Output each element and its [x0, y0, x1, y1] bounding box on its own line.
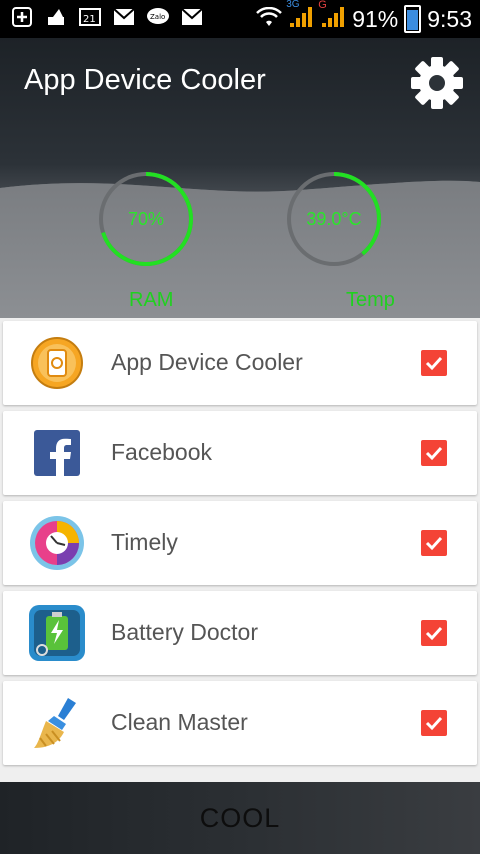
checkmark-icon — [425, 536, 443, 551]
temp-gauge: 39.0°C — [284, 169, 384, 269]
app-name: Battery Doctor — [111, 619, 258, 645]
wifi-icon — [256, 6, 283, 33]
status-bar: 21 Zalo 3G G 91% 9:53 — [0, 0, 480, 38]
app-name: Timely — [111, 529, 178, 555]
timely-icon — [27, 513, 87, 573]
signal-g-icon: G — [318, 0, 346, 35]
svg-text:21: 21 — [83, 14, 96, 25]
app-name: Facebook — [111, 439, 213, 465]
system-status: 3G G 91% 9:53 — [256, 0, 472, 35]
header: App Device Cooler 70% RAM 39.0°C Temp — [0, 38, 480, 318]
app-checkbox[interactable] — [421, 350, 447, 376]
clean-master-icon — [27, 693, 87, 753]
ram-label: RAM — [129, 289, 174, 311]
signal-3g-icon: 3G — [286, 0, 314, 35]
header-wave — [0, 180, 480, 318]
facebook-icon — [27, 423, 87, 483]
zalo-notification-icon: Zalo — [146, 6, 170, 28]
cool-button[interactable]: COOL — [0, 782, 480, 854]
app-checkbox[interactable] — [421, 620, 447, 646]
checkmark-icon — [425, 446, 443, 461]
app-device-cooler-icon — [27, 333, 87, 393]
clock: 9:53 — [427, 5, 472, 32]
list-item[interactable]: Clean Master — [3, 681, 477, 765]
list-item[interactable]: Timely — [3, 501, 477, 585]
list-item[interactable]: Battery Doctor — [3, 591, 477, 675]
calendar-notification-icon: 21 — [78, 6, 102, 28]
app-name: App Device Cooler — [111, 349, 303, 375]
ram-gauge: 70% — [96, 169, 196, 269]
list-item[interactable]: Facebook — [3, 411, 477, 495]
app-list: App Device Cooler Facebook Timely Batter… — [0, 318, 480, 780]
cleaner-notification-icon — [44, 6, 68, 28]
checkmark-icon — [425, 716, 443, 731]
add-notification-icon — [10, 6, 34, 28]
gear-icon — [411, 57, 463, 109]
app-checkbox[interactable] — [421, 710, 447, 736]
temp-label: Temp — [346, 289, 395, 311]
mail-notification-icon — [180, 6, 204, 28]
settings-button[interactable] — [410, 56, 464, 110]
list-item[interactable]: App Device Cooler — [3, 321, 477, 405]
network-type-label: 3G — [286, 0, 300, 10]
temp-value: 39.0°C — [306, 208, 362, 229]
svg-text:Zalo: Zalo — [150, 13, 165, 21]
ram-value: 70% — [127, 208, 165, 229]
app-checkbox[interactable] — [421, 440, 447, 466]
gmail-notification-icon — [112, 6, 136, 28]
notification-icons: 21 Zalo — [10, 6, 204, 28]
app-title: App Device Cooler — [24, 64, 266, 96]
checkmark-icon — [425, 626, 443, 641]
checkmark-icon — [425, 356, 443, 371]
battery-percent: 91% — [352, 5, 399, 32]
battery-icon — [404, 5, 422, 33]
battery-doctor-icon — [27, 603, 87, 663]
network-type-label: G — [318, 0, 327, 11]
app-name: Clean Master — [111, 709, 248, 735]
app-checkbox[interactable] — [421, 530, 447, 556]
